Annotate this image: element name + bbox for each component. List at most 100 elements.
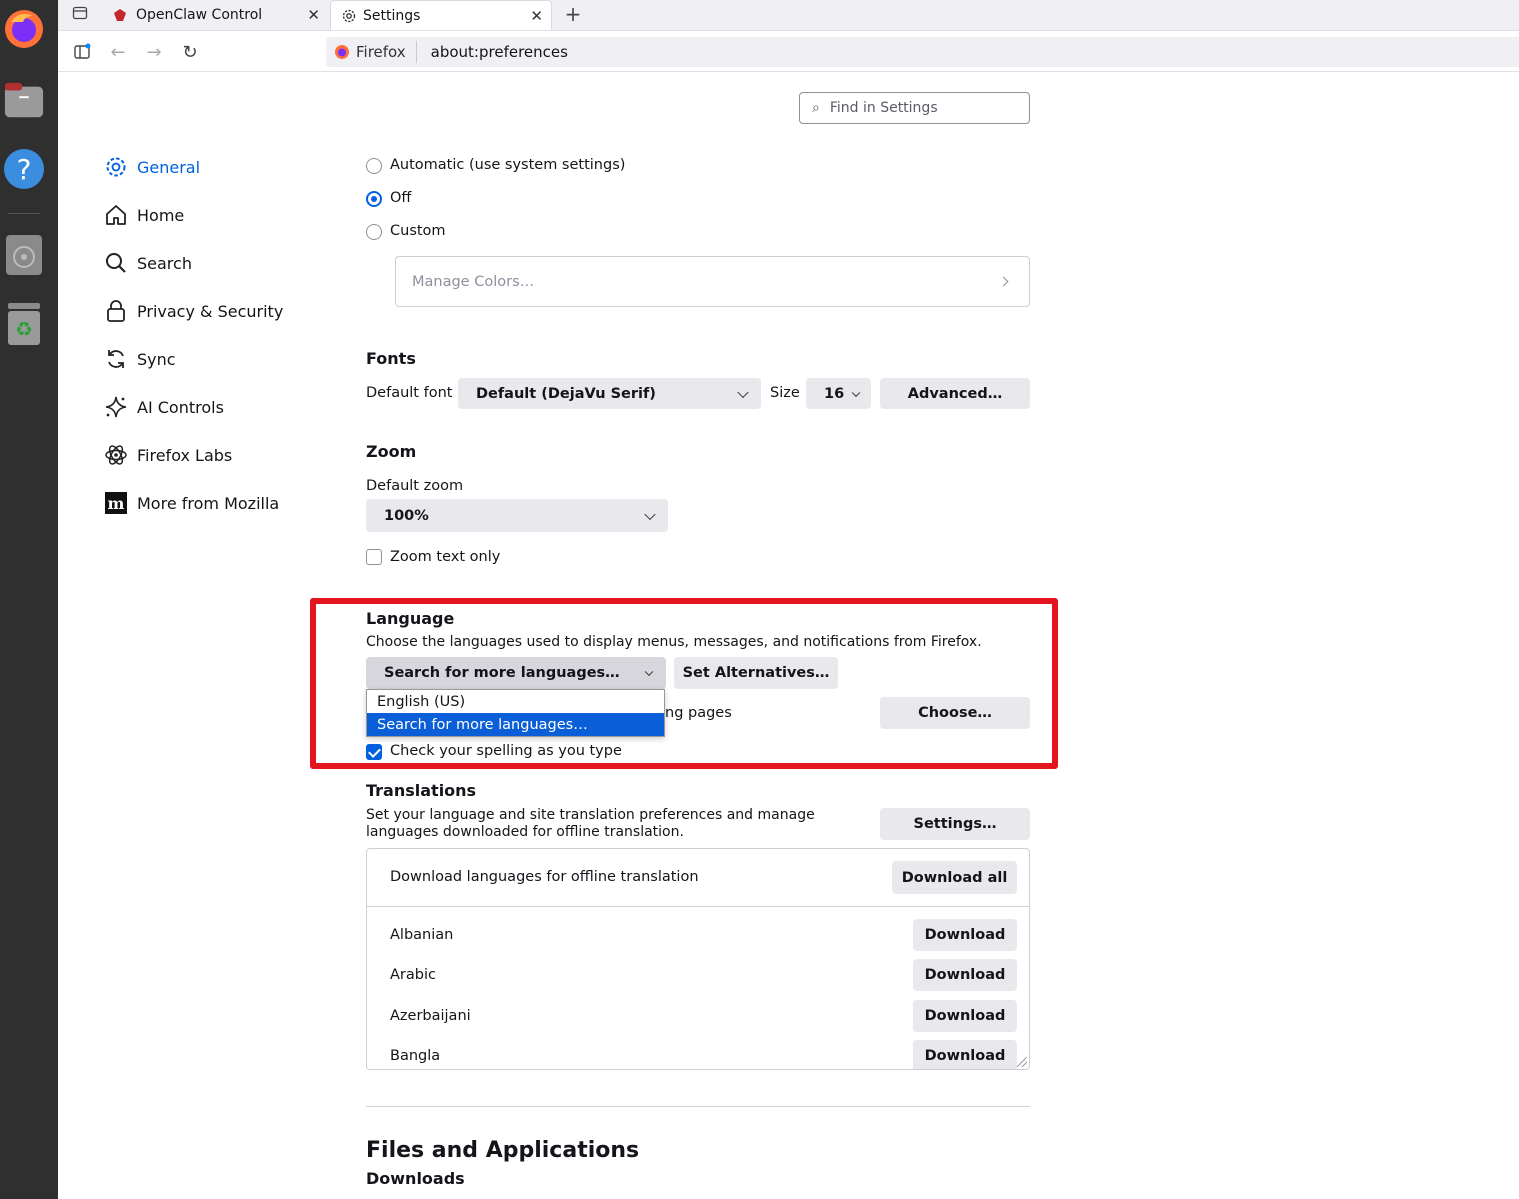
contrast-custom-radio[interactable] [366, 224, 382, 240]
fonts-advanced-button[interactable]: Advanced… [880, 378, 1030, 409]
download-bangla-button[interactable]: Download [913, 1040, 1017, 1069]
home-icon [103, 202, 129, 228]
openclaw-icon [112, 7, 128, 23]
fonts-heading: Fonts [366, 349, 416, 368]
ubuntu-dock: ? ♻ [0, 0, 58, 1199]
manage-colors-label: Manage Colors… [412, 273, 535, 290]
url-text[interactable]: about:preferences [431, 43, 568, 61]
font-size-value: 16 [824, 385, 845, 402]
chevron-down-icon [851, 388, 861, 397]
font-size-select[interactable]: 16 [806, 378, 871, 409]
default-font-label: Default font [366, 385, 453, 401]
sidebar-item-label: Home [137, 205, 185, 225]
svg-text:m: m [108, 494, 125, 513]
svg-text:?: ? [17, 153, 32, 186]
sidebar-item-label: AI Controls [137, 397, 224, 417]
zoom-heading: Zoom [366, 442, 417, 461]
sidebar-item-more-from-mozilla[interactable]: m More from Mozilla [103, 488, 279, 518]
new-tab-icon[interactable]: + [561, 2, 585, 26]
sidebar-toggle-icon[interactable] [70, 40, 94, 64]
files-launcher-icon[interactable] [3, 80, 45, 122]
sidebar-item-sync[interactable]: Sync [103, 344, 176, 374]
translation-languages-list: Download languages for offline translati… [366, 848, 1030, 1070]
section-divider [366, 1106, 1030, 1107]
reload-icon[interactable]: ↻ [178, 40, 202, 64]
translations-settings-button[interactable]: Settings… [880, 808, 1030, 840]
zoom-text-only-checkbox[interactable] [366, 549, 382, 565]
settings-content: ⌕ Find in Settings General Home Search P… [58, 72, 1519, 1199]
chevron-down-icon [737, 386, 749, 398]
language-name: Bangla [390, 1048, 441, 1064]
sidebar-item-label: Privacy & Security [137, 301, 284, 321]
sidebar-item-firefox-labs[interactable]: Firefox Labs [103, 440, 232, 470]
sidebar-item-label: General [137, 157, 201, 177]
find-placeholder: Find in Settings [829, 100, 938, 116]
download-arabic-button[interactable]: Download [913, 959, 1017, 991]
sidebar-item-ai-controls[interactable]: AI Controls [103, 392, 224, 422]
navigation-bar: ← → ↻ Firefox about:preferences [58, 31, 1519, 72]
download-all-button[interactable]: Download all [892, 861, 1017, 894]
sidebar-item-search[interactable]: Search [103, 248, 192, 278]
url-bar[interactable]: Firefox about:preferences [326, 37, 1519, 67]
default-font-select[interactable]: Default (DejaVu Serif) [458, 378, 761, 409]
firefox-icon [334, 44, 350, 60]
language-name: Azerbaijani [390, 1008, 471, 1024]
contrast-custom-label[interactable]: Custom [390, 223, 446, 239]
tab-overview-icon[interactable] [68, 1, 92, 25]
zoom-text-only-label[interactable]: Zoom text only [390, 549, 500, 565]
help-launcher-icon[interactable]: ? [3, 148, 45, 190]
disc-drive-icon[interactable] [3, 234, 45, 276]
list-item: Albanian Download [367, 917, 1029, 957]
download-languages-label: Download languages for offline translati… [390, 869, 699, 885]
downloads-heading: Downloads [366, 1169, 465, 1188]
find-in-settings-input[interactable]: ⌕ Find in Settings [799, 92, 1030, 124]
atom-icon [103, 442, 129, 468]
sidebar-item-label: More from Mozilla [137, 493, 280, 513]
download-azerbaijani-button[interactable]: Download [913, 1000, 1017, 1032]
back-icon[interactable]: ← [106, 40, 130, 64]
sidebar-item-label: Firefox Labs [137, 445, 233, 465]
search-icon [103, 250, 129, 276]
identity-label: Firefox [356, 43, 406, 61]
trash-icon[interactable]: ♻ [3, 303, 45, 345]
default-zoom-label: Default zoom [366, 478, 464, 494]
tab-strip: OpenClaw Control ✕ Settings ✕ + [58, 0, 1519, 31]
gear-icon [103, 154, 129, 180]
contrast-automatic-radio[interactable] [366, 158, 382, 174]
default-zoom-value: 100% [384, 507, 429, 524]
close-tab-icon[interactable]: ✕ [307, 6, 320, 24]
firefox-launcher-icon[interactable] [3, 8, 45, 50]
sparkle-icon [103, 394, 129, 420]
files-applications-heading: Files and Applications [366, 1138, 640, 1163]
contrast-automatic-label[interactable]: Automatic (use system settings) [390, 157, 625, 173]
tab-title: Settings [363, 7, 421, 24]
sidebar-item-privacy[interactable]: Privacy & Security [103, 296, 283, 326]
close-tab-icon[interactable]: ✕ [530, 7, 543, 25]
list-item: Arabic Download [367, 957, 1029, 997]
gear-icon [341, 8, 357, 24]
default-zoom-select[interactable]: 100% [366, 499, 668, 532]
lock-icon [103, 298, 129, 324]
download-languages-header: Download languages for offline translati… [367, 849, 1029, 907]
sidebar-item-general[interactable]: General [103, 152, 200, 182]
contrast-off-label[interactable]: Off [390, 190, 411, 206]
sync-icon [103, 346, 129, 372]
chevron-down-icon [644, 508, 656, 520]
mozilla-icon: m [103, 490, 129, 516]
tab-openclaw[interactable]: OpenClaw Control ✕ [102, 0, 328, 30]
translations-heading: Translations [366, 781, 477, 800]
sidebar-item-label: Sync [137, 349, 176, 369]
font-size-label: Size [770, 385, 800, 401]
identity-box[interactable]: Firefox [326, 41, 417, 63]
manage-colors-button[interactable]: Manage Colors… [395, 256, 1030, 307]
sidebar-item-label: Search [137, 253, 192, 273]
resize-grip[interactable] [1017, 1057, 1027, 1067]
translations-description: Set your language and site translation p… [366, 807, 815, 840]
sidebar-item-home[interactable]: Home [103, 200, 184, 230]
chevron-right-icon [998, 276, 1009, 287]
download-albanian-button[interactable]: Download [913, 919, 1017, 951]
forward-icon[interactable]: → [142, 40, 166, 64]
tab-settings[interactable]: Settings ✕ [330, 0, 552, 30]
contrast-off-radio[interactable] [366, 191, 382, 207]
highlight-annotation [310, 598, 1058, 769]
